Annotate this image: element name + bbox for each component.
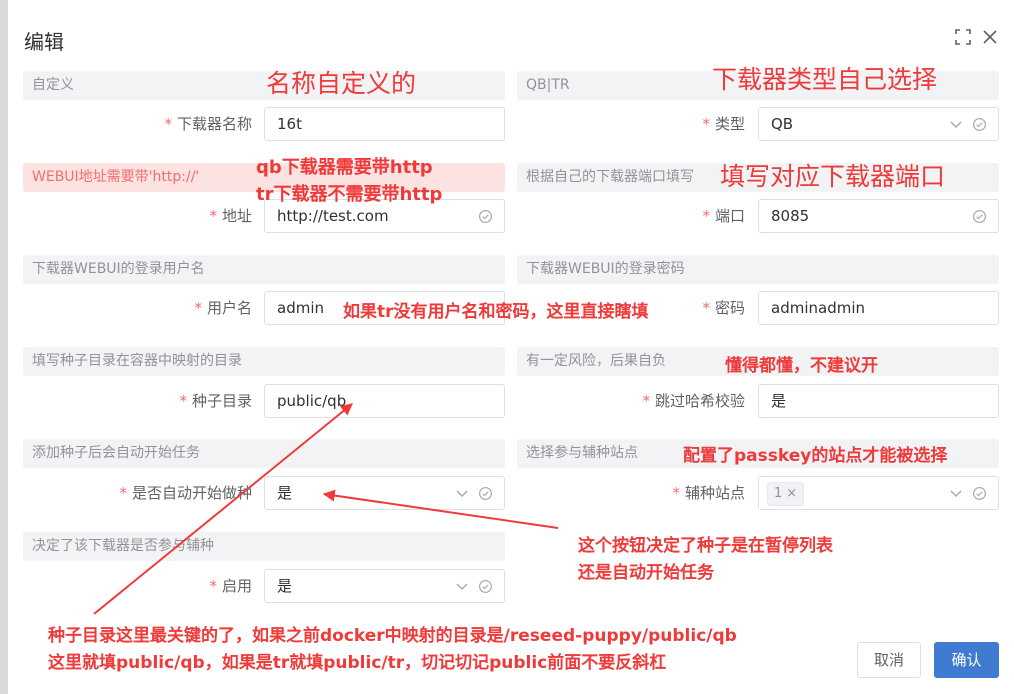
annotation-type: 下载器类型自己选择 (712, 65, 938, 94)
arrow-to-torrent-dir (93, 403, 353, 615)
annotation-passkey: 配置了passkey的站点才能被选择 (683, 446, 948, 466)
annotation-button-line1: 这个按钮决定了种子是在暂停列表 (578, 536, 833, 556)
arrow-to-auto-start (322, 489, 559, 529)
annotation-button-line2: 还是自动开始任务 (578, 563, 714, 583)
annotation-tr-http: tr下载器不需要带http (256, 184, 443, 205)
annotation-arrows (93, 403, 559, 615)
annotation-tr-nouser: 如果tr没有用户名和密码，这里直接瞎填 (343, 302, 649, 322)
annotation-skip-hash: 懂得都懂，不建议开 (725, 356, 878, 376)
annotation-qb-http: qb下载器需要带http (256, 157, 433, 178)
annotation-dir-line2: 这里就填public/qb，如果是tr就填public/tr，切记切记publi… (48, 653, 667, 673)
annotation-port: 填写对应下载器端口 (720, 162, 946, 191)
annotation-name: 名称自定义的 (266, 69, 417, 98)
annotation-dir-line1: 种子目录这里最关键的了，如果之前docker中映射的目录是/reseed-pup… (48, 626, 737, 646)
